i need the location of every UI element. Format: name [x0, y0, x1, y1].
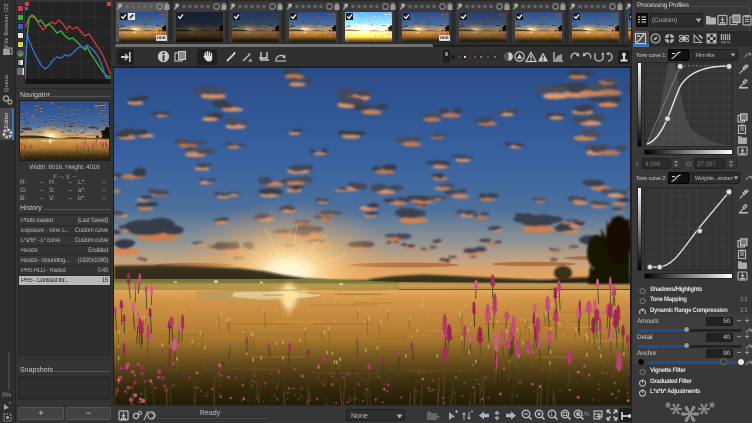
svg-text:1: 1: [550, 412, 553, 418]
svg-text:META: META: [721, 41, 731, 45]
